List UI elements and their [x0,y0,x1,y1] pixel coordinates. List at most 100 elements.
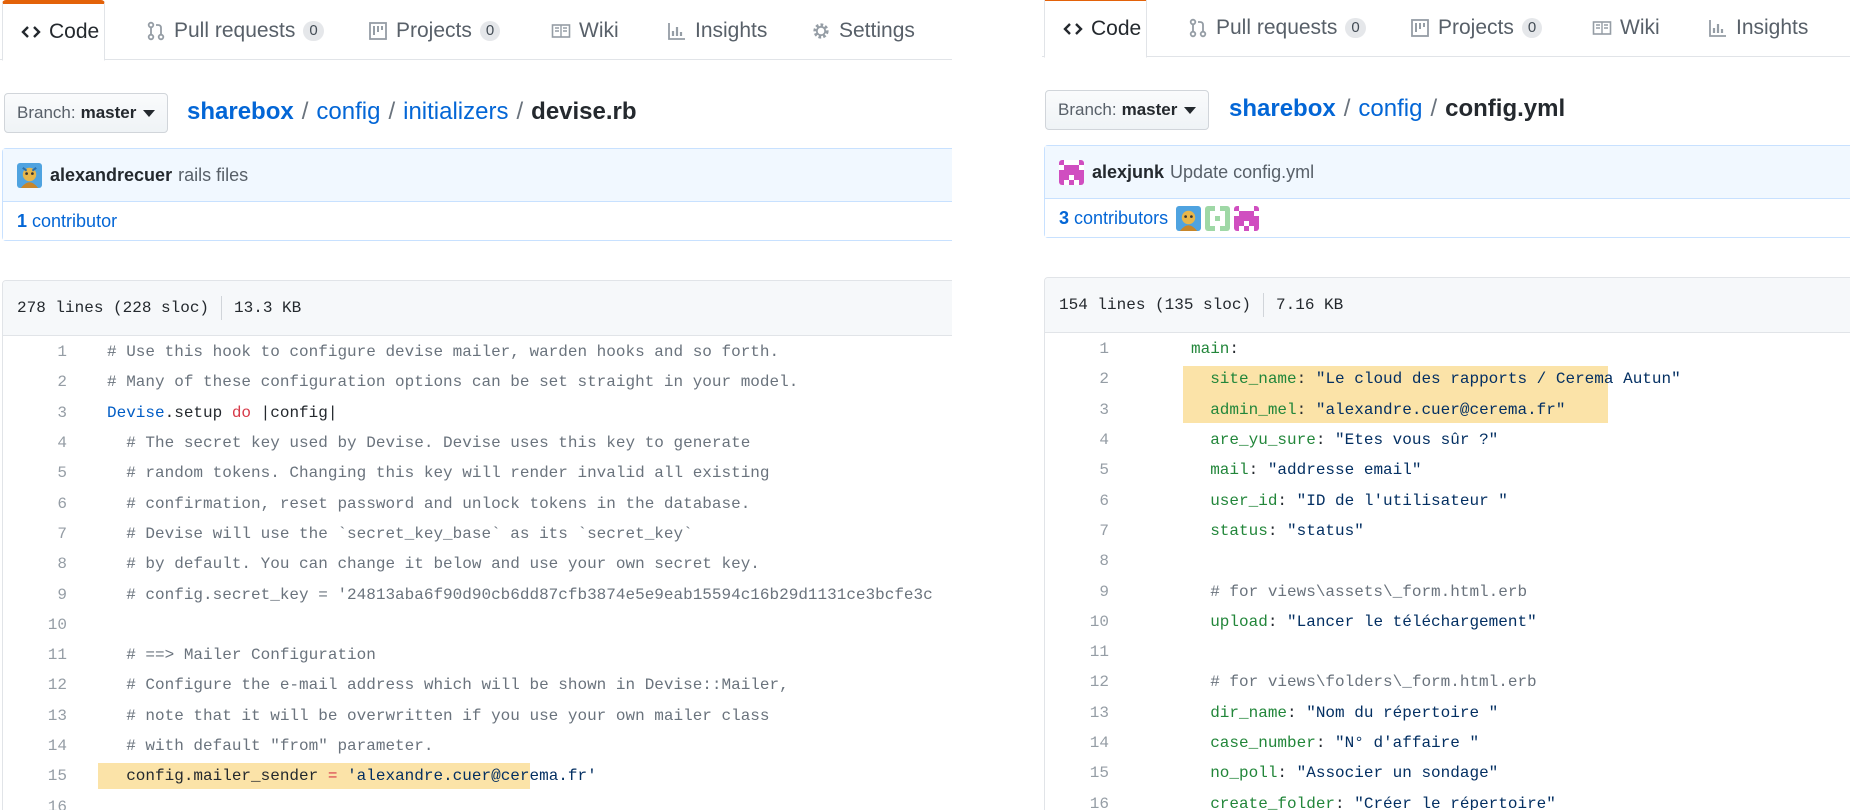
line-number[interactable]: 11 [1045,643,1109,661]
line-number[interactable]: 9 [1045,583,1109,601]
commit-author-link[interactable]: alexandrecuer [50,165,172,186]
code-text: are_yu_sure: "Etes vous sûr ?" [1210,431,1499,450]
tab-projects[interactable]: Projects 0 [1392,0,1543,58]
code-line: 8 [1045,546,1850,576]
branch-select-button[interactable]: Branch: master [1045,90,1210,130]
line-number[interactable]: 8 [3,555,67,573]
avatar[interactable] [1059,159,1084,185]
code-text: config.mailer_sender = 'alexandre.cuer@c… [126,767,597,786]
commit-author-link[interactable]: alexjunk [1092,162,1164,183]
code-text: create_folder: "Créer le répertoire" [1210,794,1556,810]
tab-code-label: Code [1091,17,1142,40]
branch-select-button[interactable]: Branch: master [4,93,169,133]
contributors-link[interactable]: 1 contributor [17,211,117,232]
contributors-label: contributor [32,210,118,231]
code-line: 12 # for views\folders\_form.html.erb [1045,667,1850,697]
breadcrumb-repo-link[interactable]: sharebox [187,98,294,126]
contributors-link[interactable]: 3 contributors [1059,208,1168,229]
code-line: 2 site_name: "Le cloud des rapports / Ce… [1045,364,1850,394]
line-number[interactable]: 8 [1045,552,1109,570]
line-number[interactable]: 1 [3,343,67,361]
line-number[interactable]: 6 [3,495,67,513]
repo-nav-tabs: Code Pull requests 0 Projects 0 Wiki Ins… [0,0,952,61]
tab-pull-requests-label: Pull requests [174,18,296,42]
line-number[interactable]: 12 [3,676,67,694]
tab-code[interactable]: Code [1044,0,1147,58]
line-number[interactable]: 12 [1045,673,1109,691]
file-content-box: 278 lines (228 sloc) 13.3 KB 1 # Use this… [2,280,952,810]
breadcrumb-repo-link[interactable]: sharebox [1229,95,1336,123]
tab-insights[interactable]: Insights [1690,0,1808,58]
code-text: # Devise will use the `secret_key_base` … [126,524,693,543]
line-number[interactable]: 1 [1045,340,1109,358]
code-line: 9 # config.secret_key = '24813aba6f90d90… [3,579,952,609]
contributor-avatars [1176,205,1260,231]
code-line: 4 # The secret key used by Devise. Devis… [3,428,952,458]
git-pull-request-icon [146,21,166,41]
tab-wiki[interactable]: Wiki [533,0,619,61]
avatar[interactable] [1234,205,1260,231]
code-text: upload: "Lancer le téléchargement" [1210,612,1537,631]
line-number[interactable]: 3 [3,404,67,422]
tab-wiki[interactable]: Wiki [1574,0,1660,58]
code-line: 11 [1045,637,1850,667]
git-pull-request-icon [1188,18,1208,38]
graph-icon [667,21,687,41]
contributors-count: 3 [1059,207,1070,228]
tab-projects-label: Projects [396,18,472,42]
avatar[interactable] [1205,205,1231,231]
code-line: 12 # Configure the e-mail address which … [3,670,952,700]
breadcrumb-separator: / [516,98,524,125]
tab-pull-requests[interactable]: Pull requests 0 [128,0,324,61]
line-number[interactable]: 15 [1045,764,1109,782]
contributors-row: 3 contributors [1045,199,1850,237]
tab-projects-label: Projects [1438,15,1514,39]
line-number[interactable]: 3 [1045,401,1109,419]
line-number[interactable]: 10 [1045,613,1109,631]
line-number[interactable]: 5 [1045,461,1109,479]
code-line: 9 # for views\assets\_form.html.erb [1045,576,1850,606]
line-number[interactable]: 13 [3,707,67,725]
line-number[interactable]: 16 [3,798,67,810]
code-line: 5 # random tokens. Changing this key wil… [3,458,952,488]
line-number[interactable]: 15 [3,767,67,785]
commit-message-link[interactable]: Update config.yml [1170,162,1314,183]
line-number[interactable]: 4 [3,434,67,452]
code-text: # ==> Mailer Configuration [126,646,376,665]
line-number[interactable]: 9 [3,586,67,604]
avatar[interactable] [1176,205,1202,231]
line-number[interactable]: 2 [3,373,67,391]
code-line: 15 config.mailer_sender = 'alexandre.cue… [3,761,952,791]
line-number[interactable]: 10 [3,616,67,634]
line-number[interactable]: 4 [1045,431,1109,449]
tab-code[interactable]: Code [2,0,105,61]
line-number[interactable]: 6 [1045,492,1109,510]
line-number[interactable]: 13 [1045,704,1109,722]
line-number[interactable]: 11 [3,646,67,664]
code-listing: 1 # Use this hook to configure devise mai… [3,336,952,810]
tab-pull-requests[interactable]: Pull requests 0 [1170,0,1366,58]
code-text: # Many of these configuration options ca… [107,373,799,392]
commit-message-link[interactable]: rails files [178,165,248,186]
pull-requests-count: 0 [303,20,324,41]
breadcrumb-config-link[interactable]: config [1358,95,1422,123]
file-content-box: 154 lines (135 sloc) 7.16 KB 1 main: 2 sit… [1044,277,1850,810]
breadcrumb-config-link[interactable]: config [316,98,380,126]
line-number[interactable]: 16 [1045,795,1109,810]
caret-down-icon [143,109,156,117]
tab-insights[interactable]: Insights [649,0,767,61]
code-text: admin_mel: "alexandre.cuer@cerema.fr" [1210,400,1566,419]
line-number[interactable]: 7 [1045,522,1109,540]
code-text: no_poll: "Associer un sondage" [1210,764,1499,783]
graph-icon [1708,18,1728,38]
line-number[interactable]: 5 [3,464,67,482]
breadcrumb-initializers-link[interactable]: initializers [403,98,508,126]
line-number[interactable]: 14 [3,737,67,755]
tab-settings[interactable]: Settings [793,0,915,61]
tab-projects[interactable]: Projects 0 [350,0,501,61]
avatar[interactable] [17,162,42,188]
commit-tease: alexandrecuer rails files 1 contributor [2,148,952,241]
line-number[interactable]: 14 [1045,734,1109,752]
line-number[interactable]: 7 [3,525,67,543]
line-number[interactable]: 2 [1045,370,1109,388]
